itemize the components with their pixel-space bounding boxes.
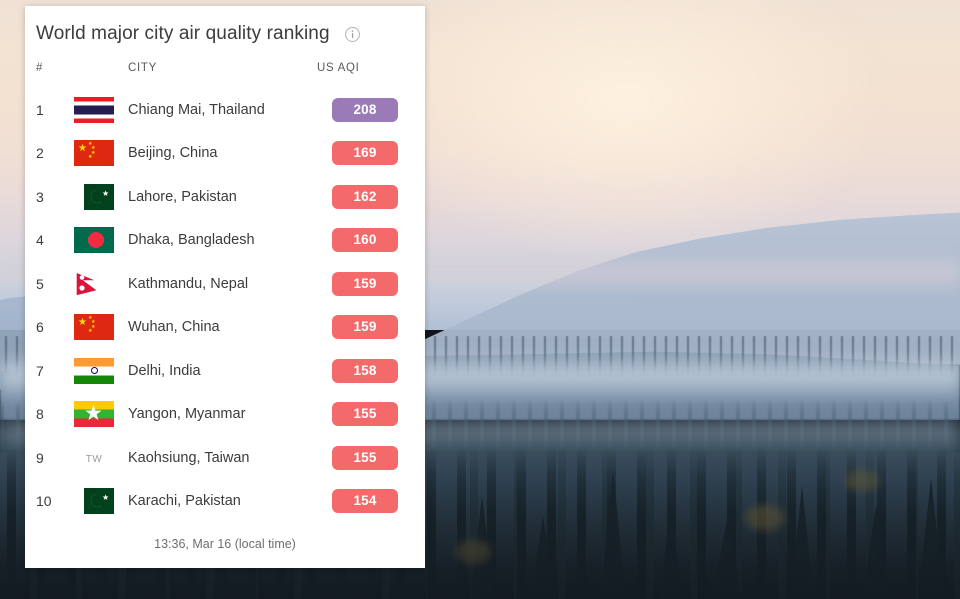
flag-cell (73, 349, 127, 393)
flag-pakistan: ★ (74, 488, 114, 515)
rank-value: 4 (36, 232, 44, 249)
rank-value: 7 (36, 362, 44, 379)
flag-china: ★ ★ ★ ★ ★ (74, 140, 114, 167)
flag-china: ★ ★ ★ ★ ★ (74, 314, 114, 341)
screen: World major city air quality ranking # C… (0, 0, 960, 599)
flag-bangladesh (74, 227, 114, 254)
rank-value: 3 (36, 188, 44, 205)
table-row[interactable]: 5 Kathmandu, Nepal 159 (25, 262, 425, 306)
flag-india (74, 357, 114, 384)
table-row[interactable]: 6 ★ ★ ★ ★ ★ Wuhan, China 159 (25, 306, 425, 350)
rank-value: 10 (36, 493, 52, 510)
rank-value: 1 (36, 101, 44, 118)
aqi-cell: 158 (316, 349, 425, 393)
aqi-badge: 155 (332, 402, 398, 427)
flag-cell: ★ (73, 175, 127, 219)
aqi-badge: 159 (332, 271, 398, 296)
card-header: World major city air quality ranking (25, 6, 425, 45)
rank-value: 5 (36, 275, 44, 292)
table-row[interactable]: 4 Dhaka, Bangladesh 160 (25, 219, 425, 263)
aqi-cell: 162 (316, 175, 425, 219)
table-row[interactable]: 7 Delhi, India 158 (25, 349, 425, 393)
table-row[interactable]: 8 ★ Yangon, Myanmar 155 (25, 393, 425, 437)
flag-cell: ★ ★ ★ ★ ★ (73, 132, 127, 176)
ranking-table-body: 1 Chiang Mai, Thailand 208 2 ★ ★ ★ ★ ★ Beijing, C… (25, 88, 425, 523)
aqi-cell: 154 (316, 480, 425, 524)
flag-myanmar: ★ (74, 401, 114, 428)
city-name: Kathmandu, Nepal (128, 275, 249, 292)
flag-nepal (74, 270, 106, 297)
aqi-cell: 169 (316, 132, 425, 176)
flag-thailand (74, 96, 114, 123)
aqi-badge: 162 (332, 184, 398, 209)
city-name: Lahore, Pakistan (128, 188, 237, 205)
flag-cell: TW (73, 436, 127, 480)
column-header-city: CITY (128, 62, 157, 74)
flag-taiwan: TW (85, 453, 103, 465)
city-name: Delhi, India (128, 362, 201, 379)
table-row[interactable]: 2 ★ ★ ★ ★ ★ Beijing, China 169 (25, 132, 425, 176)
aqi-cell: 155 (316, 393, 425, 437)
aqi-cell: 155 (316, 436, 425, 480)
aqi-badge: 208 (332, 97, 398, 122)
rank-value: 2 (36, 145, 44, 162)
aqi-badge: 154 (332, 489, 398, 514)
table-row[interactable]: 3 ★ Lahore, Pakistan 162 (25, 175, 425, 219)
ranking-table: # CITY US AQI 1 Chiang Mai, Thailand 208 2 ★… (25, 61, 425, 523)
flag-cell: ★ (73, 393, 127, 437)
rank-value: 9 (36, 449, 44, 466)
flag-cell: ★ ★ ★ ★ ★ (73, 306, 127, 350)
aqi-badge: 159 (332, 315, 398, 340)
table-header-row: # CITY US AQI (25, 61, 425, 88)
column-header-aqi: US AQI (317, 62, 360, 74)
timestamp-label: 13:36, Mar 16 (local time) (154, 537, 296, 551)
aqi-cell: 159 (316, 262, 425, 306)
flag-cell (73, 219, 127, 263)
rank-value: 6 (36, 319, 44, 336)
column-header-flag (73, 61, 127, 88)
page-title: World major city air quality ranking (36, 23, 330, 44)
aqi-badge: 155 (332, 445, 398, 470)
aqi-cell: 160 (316, 219, 425, 263)
info-circle-icon[interactable] (344, 26, 361, 43)
sun-glow (364, 0, 885, 260)
flag-cell: ★ (73, 480, 127, 524)
aqi-cell: 159 (316, 306, 425, 350)
aqi-badge: 160 (332, 228, 398, 253)
aqi-badge: 169 (332, 141, 398, 166)
city-name: Yangon, Myanmar (128, 406, 246, 423)
city-name: Beijing, China (128, 145, 218, 162)
flag-pakistan: ★ (74, 183, 114, 210)
city-name: Wuhan, China (128, 319, 220, 336)
city-name: Dhaka, Bangladesh (128, 232, 255, 249)
aqi-badge: 158 (332, 358, 398, 383)
city-name: Chiang Mai, Thailand (128, 101, 265, 118)
table-row[interactable]: 10 ★ Karachi, Pakistan 154 (25, 480, 425, 524)
column-header-rank: # (36, 62, 44, 74)
rank-value: 8 (36, 406, 44, 423)
table-row[interactable]: 9 TW Kaohsiung, Taiwan 155 (25, 436, 425, 480)
table-row[interactable]: 1 Chiang Mai, Thailand 208 (25, 88, 425, 132)
aqi-cell: 208 (316, 88, 425, 132)
flag-cell (73, 262, 127, 306)
air-quality-ranking-card: World major city air quality ranking # C… (25, 6, 425, 568)
city-name: Kaohsiung, Taiwan (128, 449, 250, 466)
flag-cell (73, 88, 127, 132)
city-name: Karachi, Pakistan (128, 493, 241, 510)
